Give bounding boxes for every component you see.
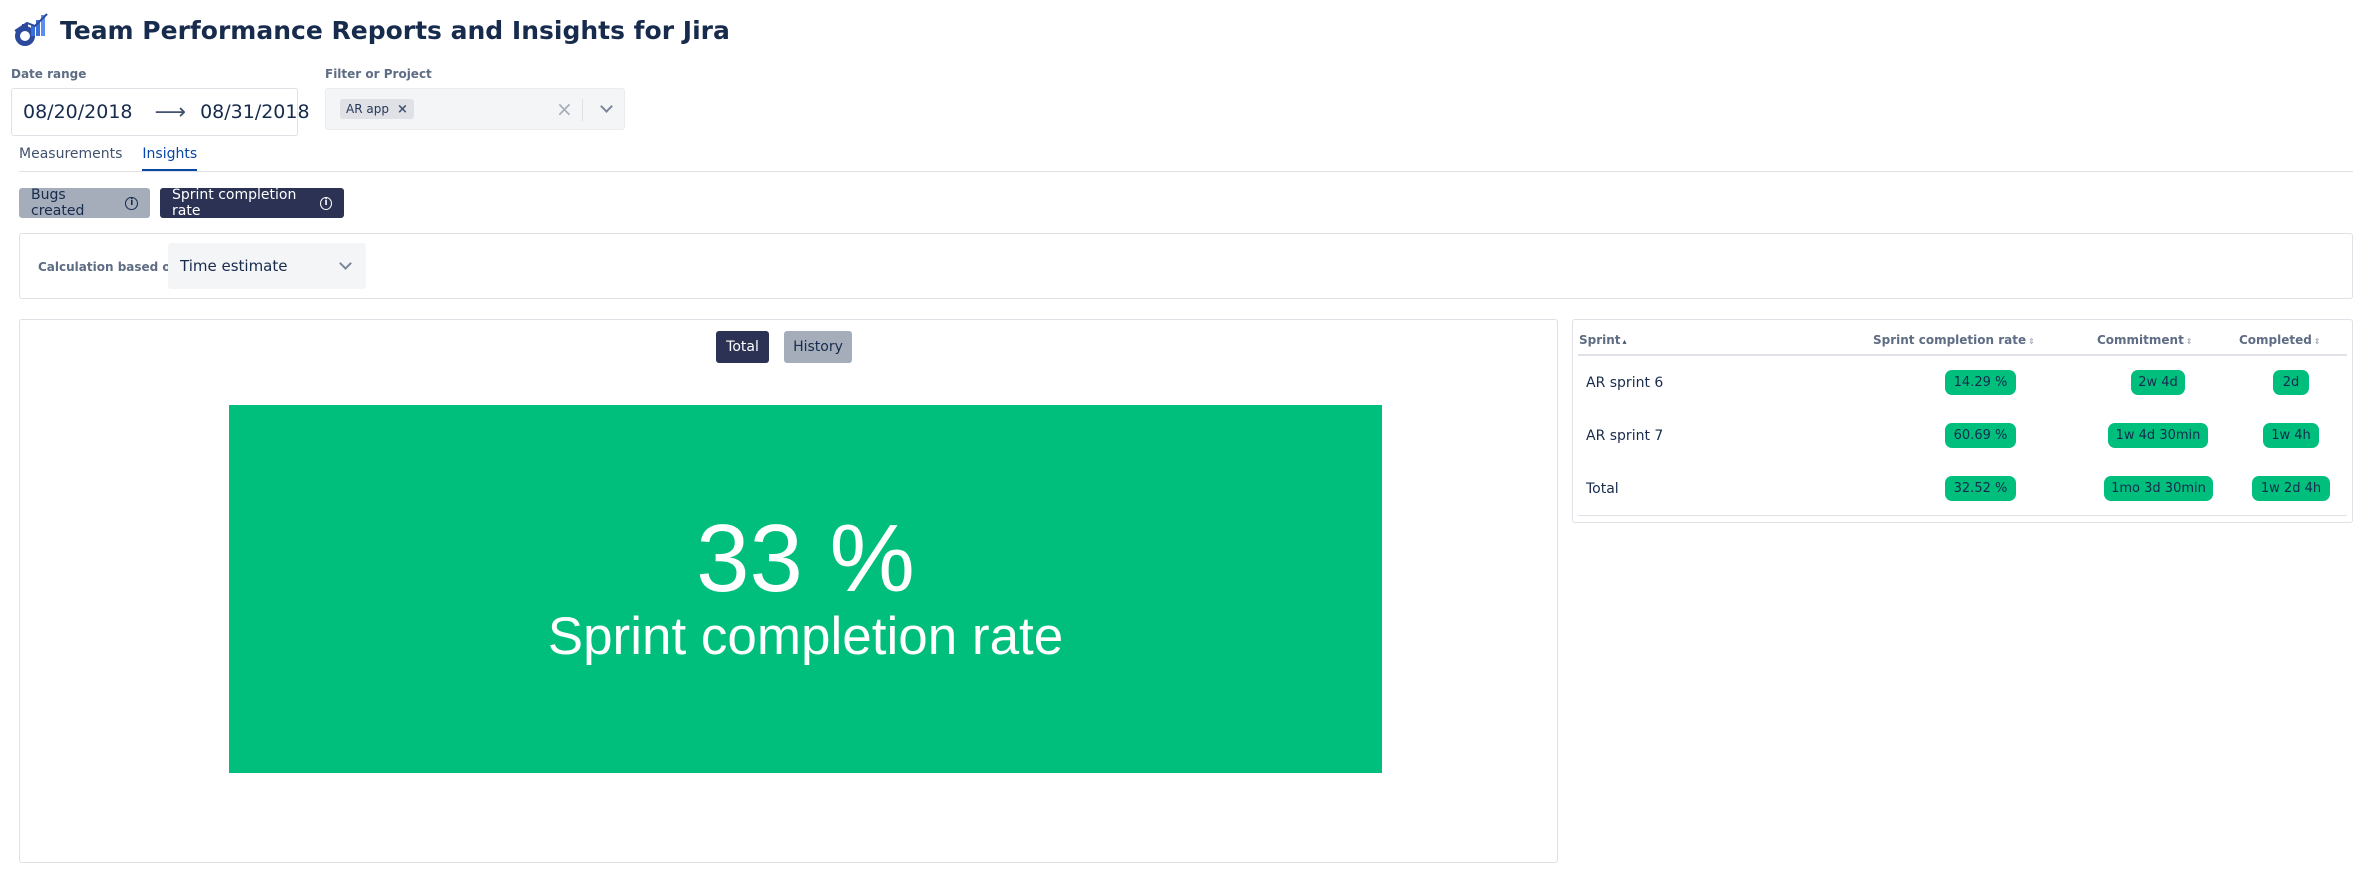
filter-project-select[interactable]: AR app × × xyxy=(325,88,625,130)
sort-icon: ⇕ xyxy=(2028,337,2035,346)
chevron-down-icon[interactable] xyxy=(600,100,613,113)
date-to-input[interactable]: 08/31/2018 xyxy=(200,101,310,123)
completion-rate-label: Sprint completion rate xyxy=(547,607,1064,666)
rate-pill: 60.69 % xyxy=(1945,423,2016,448)
arrow-right-icon: ⟶ xyxy=(154,99,187,125)
chart-panel: Total History 33 % Sprint completion rat… xyxy=(19,319,1558,863)
project-chip-label: AR app xyxy=(346,102,389,116)
date-range-label: Date range xyxy=(11,67,87,81)
chip-remove-icon[interactable]: × xyxy=(397,102,408,117)
sort-icon: ⇕ xyxy=(2185,337,2193,346)
sprint-name: AR sprint 6 xyxy=(1586,375,1664,391)
select-divider xyxy=(582,99,583,121)
sort-icon: ▴ xyxy=(1622,337,1627,346)
sprint-name: Total xyxy=(1586,481,1619,497)
table-row: AR sprint 6 14.29 % 2w 4d 2d xyxy=(1573,356,2352,409)
calculation-select[interactable]: Time estimate xyxy=(168,243,366,289)
completed-pill: 2d xyxy=(2273,370,2309,395)
column-header-rate[interactable]: Sprint completion rate ⇕ xyxy=(1873,333,2035,347)
column-header-sprint-label: Sprint xyxy=(1579,333,1621,347)
column-header-commitment-label: Commitment xyxy=(2097,333,2184,347)
sprint-completion-rate-button[interactable]: Sprint completion rate i xyxy=(160,187,344,219)
clear-selection-icon[interactable]: × xyxy=(556,97,573,121)
bugs-created-button[interactable]: Bugs created i xyxy=(19,187,150,219)
column-header-completed-label: Completed xyxy=(2239,333,2312,347)
tabs-divider xyxy=(19,171,2353,172)
table-bottom-divider xyxy=(1578,515,2347,516)
completion-rate-card: 33 % Sprint completion rate xyxy=(229,405,1382,773)
column-header-completed[interactable]: Completed ⇕ xyxy=(2239,333,2321,347)
completed-pill: 1w 4h xyxy=(2263,423,2319,448)
table-row: AR sprint 7 60.69 % 1w 4d 30min 1w 4h xyxy=(1573,409,2352,462)
bugs-created-label: Bugs created xyxy=(31,187,85,219)
date-from-input[interactable]: 08/20/2018 xyxy=(23,101,133,123)
commitment-pill: 2w 4d xyxy=(2131,370,2185,395)
rate-pill: 32.52 % xyxy=(1945,476,2016,501)
project-chip: AR app × xyxy=(340,99,414,119)
column-header-rate-label: Sprint completion rate xyxy=(1873,333,2027,347)
sprint-completion-rate-label: Sprint completion rate xyxy=(172,187,297,219)
filter-project-label: Filter or Project xyxy=(325,67,432,81)
calculation-label: Calculation based on: xyxy=(38,260,185,274)
chevron-down-icon xyxy=(339,257,352,270)
tab-measurements[interactable]: Measurements xyxy=(19,146,122,171)
date-range-picker[interactable]: 08/20/2018 ⟶ 08/31/2018 xyxy=(11,88,310,136)
rate-pill: 14.29 % xyxy=(1945,370,2016,395)
commitment-pill: 1w 4d 30min xyxy=(2108,423,2208,448)
info-icon[interactable]: i xyxy=(320,196,332,210)
table-row: Total 32.52 % 1mo 3d 30min 1w 2d 4h xyxy=(1573,462,2352,515)
commitment-pill: 1mo 3d 30min xyxy=(2104,476,2213,501)
sprint-name: AR sprint 7 xyxy=(1586,428,1664,444)
info-icon[interactable]: i xyxy=(125,196,138,210)
column-header-sprint[interactable]: Sprint ▴ xyxy=(1579,333,1627,347)
tab-insights[interactable]: Insights xyxy=(142,146,198,171)
completion-rate-value: 33 % xyxy=(696,505,915,612)
column-header-commitment[interactable]: Commitment ⇕ xyxy=(2097,333,2193,347)
total-toggle-button[interactable]: Total xyxy=(716,331,769,363)
completed-pill: 1w 2d 4h xyxy=(2252,476,2330,501)
calculation-value: Time estimate xyxy=(180,257,288,275)
app-header: Team Performance Reports and Insights fo… xyxy=(11,10,730,50)
sprint-table: Sprint ▴ Sprint completion rate ⇕ Commitme… xyxy=(1572,319,2353,523)
history-toggle-button[interactable]: History xyxy=(784,331,852,363)
calculation-panel: Calculation based on: Time estimate xyxy=(19,233,2353,299)
app-logo-icon xyxy=(14,13,48,46)
report-tabs: Measurements Insights xyxy=(19,146,217,171)
sort-icon: ⇕ xyxy=(2313,337,2321,346)
app-title: Team Performance Reports and Insights fo… xyxy=(60,15,730,45)
